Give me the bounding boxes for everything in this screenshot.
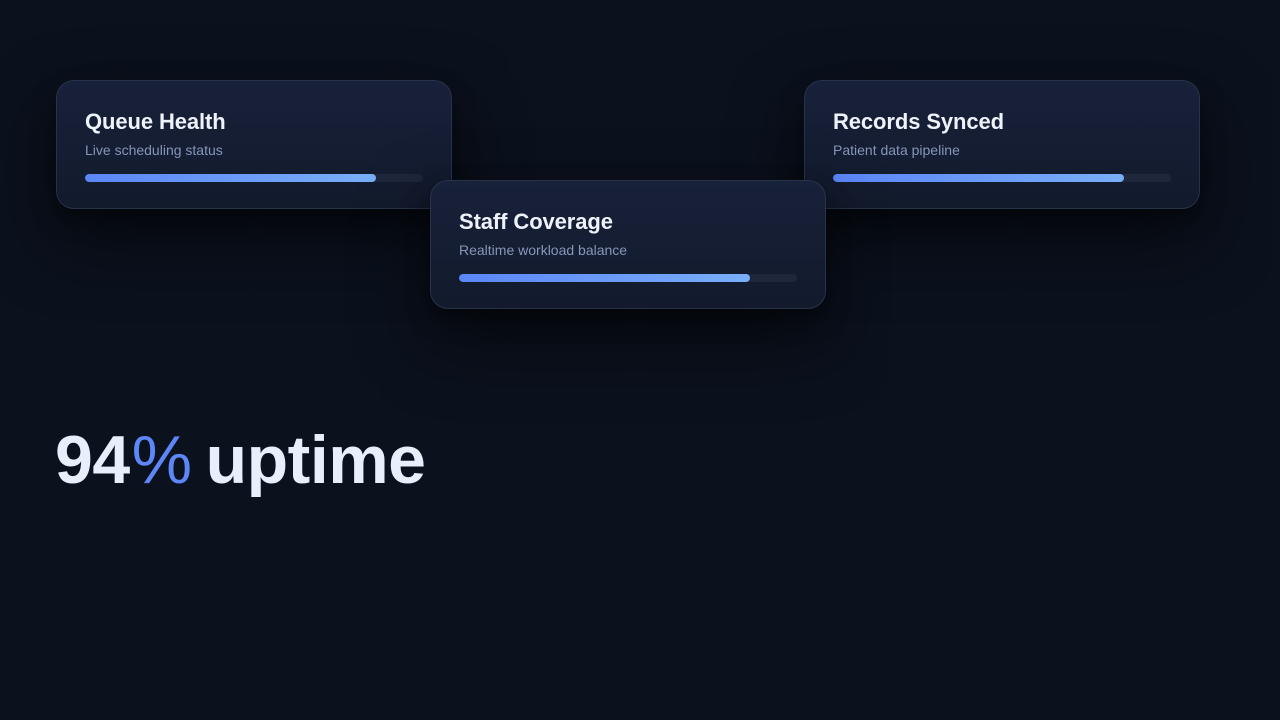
queue-health-card: Queue Health Live scheduling status: [56, 80, 452, 209]
staff-coverage-card: Staff Coverage Realtime workload balance: [430, 180, 826, 309]
card-title: Staff Coverage: [459, 209, 613, 234]
card-title: Records Synced: [833, 109, 1005, 134]
card-title: Queue Health: [85, 109, 226, 134]
progress-track: [459, 274, 797, 282]
card-subtitle: Realtime workload balance: [459, 242, 628, 258]
records-synced-card: Records Synced Patient data pipeline: [804, 80, 1200, 209]
uptime-percent-sign: %: [131, 422, 192, 498]
progress-track: [85, 174, 423, 182]
uptime-value: 94: [55, 422, 130, 498]
progress-fill: [833, 174, 1124, 182]
uptime-label: uptime: [205, 422, 426, 498]
card-subtitle: Live scheduling status: [85, 142, 223, 158]
progress-fill: [85, 174, 376, 182]
card-subtitle: Patient data pipeline: [833, 142, 960, 158]
uptime-headline: 94% uptime: [55, 418, 426, 502]
progress-track: [833, 174, 1171, 182]
progress-fill: [459, 274, 750, 282]
